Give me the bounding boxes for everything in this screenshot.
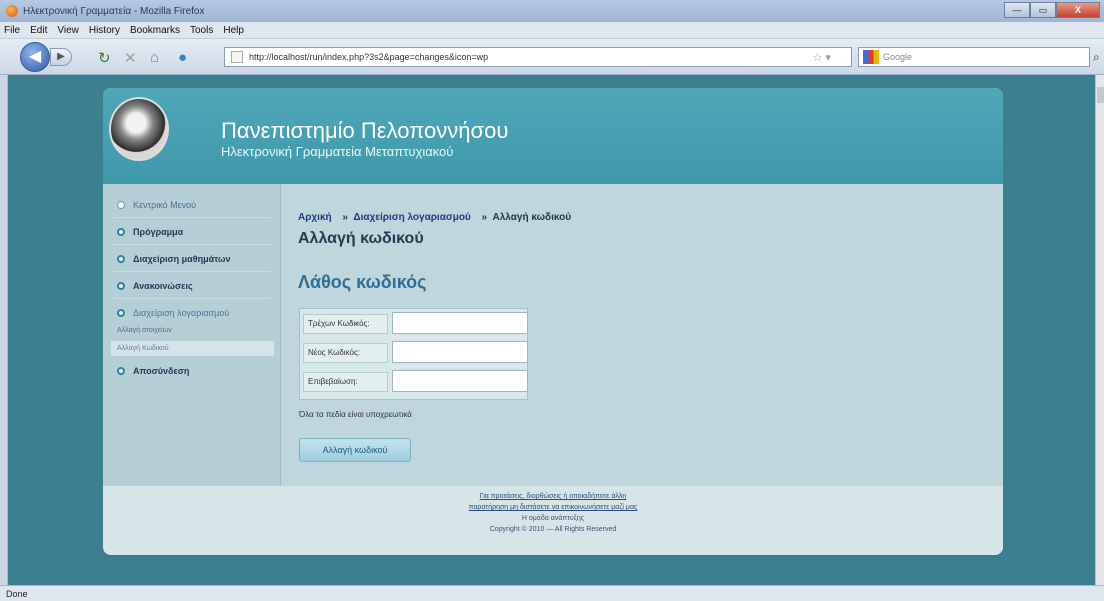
back-button[interactable]: ◀	[20, 42, 50, 72]
menu-tools[interactable]: Tools	[190, 25, 213, 36]
url-text: http://localhost/run/index.php?3s2&page=…	[249, 52, 489, 62]
site-header: Πανεπιστημίο Πελοποννήσου Ηλεκτρονική Γρ…	[103, 88, 1003, 184]
home-icon[interactable]: ⌂	[150, 49, 159, 66]
left-frame	[0, 75, 8, 585]
breadcrumb-account[interactable]: Διαχείριση λογαριασμού	[353, 212, 470, 223]
bullet-icon	[117, 309, 125, 317]
maximize-button[interactable]: ▭	[1030, 2, 1056, 18]
page-container: Πανεπιστημίο Πελοποννήσου Ηλεκτρονική Γρ…	[103, 88, 1003, 555]
window-titlebar: Ηλεκτρονική Γραμματεία - Mozilla Firefox…	[0, 0, 1104, 22]
site-title: Πανεπιστημίο Πελοποννήσου	[221, 118, 509, 143]
menu-view[interactable]: View	[57, 25, 79, 36]
google-icon	[863, 50, 879, 64]
bookmark-star-icon[interactable]: ☆ ▾	[813, 51, 831, 64]
close-button[interactable]: X	[1056, 2, 1100, 18]
sidebar-item-label: Διαχείριση μαθημάτων	[133, 254, 231, 264]
sidebar-item-announcements[interactable]: Ανακοινώσεις	[117, 275, 193, 297]
status-bar: Done	[0, 585, 1104, 601]
confirm-password-field[interactable]	[392, 370, 528, 392]
change-password-button[interactable]: Αλλαγή κωδικού	[299, 438, 411, 462]
sidebar-item-label: Διαχείριση λογαριασμού	[133, 308, 230, 318]
vertical-scrollbar[interactable]	[1095, 75, 1104, 585]
footer-contact-link-2[interactable]: παρατήρηση μη διστάσετε να επικοινωνήσετ…	[469, 504, 638, 511]
university-logo	[109, 97, 169, 161]
bullet-icon	[117, 255, 125, 263]
form-row-new-password: Νέος Κωδικός:	[303, 341, 528, 365]
sidebar-item-logout[interactable]: Αποσύνδεση	[117, 360, 189, 382]
sidebar-item-account[interactable]: Διαχείριση λογαριασμού	[117, 302, 229, 324]
breadcrumb-separator: »	[481, 212, 488, 223]
new-password-field[interactable]	[392, 341, 528, 363]
forward-button[interactable]: ▶	[50, 48, 72, 66]
sidebar-item-label: Πρόγραμμα	[133, 227, 184, 237]
form-row-confirm-password: Επιβεβαίωση:	[303, 370, 528, 394]
navigation-toolbar: ◀ ▶ ↻ ✕ ⌂ ● http://localhost/run/index.p…	[0, 39, 1104, 75]
bullet-icon	[117, 201, 125, 209]
minimize-button[interactable]: —	[1004, 2, 1030, 18]
bullet-icon	[117, 282, 125, 290]
current-password-label: Τρέχων Κωδικός:	[303, 314, 388, 334]
footer-team-link[interactable]: Η ομάδα ανάπτυξης	[103, 515, 1003, 522]
menu-bookmarks[interactable]: Bookmarks	[130, 25, 180, 36]
breadcrumb: Αρχική » Διαχείριση λογαριασμού » Αλλαγή…	[298, 212, 571, 223]
sidebar-item-courses[interactable]: Διαχείριση μαθημάτων	[117, 248, 231, 270]
sidebar-item-label: Ανακοινώσεις	[133, 281, 193, 291]
search-icon[interactable]: ⌕	[1093, 50, 1100, 65]
sidebar-item-main-menu[interactable]: Κεντρικό Μενού	[117, 194, 196, 216]
menu-file[interactable]: File	[4, 25, 20, 36]
scrollbar-thumb[interactable]	[1097, 87, 1104, 103]
divider	[113, 271, 271, 272]
url-bar[interactable]: http://localhost/run/index.php?3s2&page=…	[224, 47, 852, 67]
sidebar: Κεντρικό Μενού Πρόγραμμα Διαχείριση μαθη…	[103, 184, 281, 486]
sidebar-item-program[interactable]: Πρόγραμμα	[117, 221, 183, 243]
firefox-icon	[6, 5, 18, 17]
footer-contact-link[interactable]: Για προτάσεις, διορθώσεις ή οποιαδήποτε …	[480, 493, 627, 500]
menu-bar: File Edit View History Bookmarks Tools H…	[0, 22, 1104, 39]
menu-edit[interactable]: Edit	[30, 25, 47, 36]
error-message: Λάθος κωδικός	[298, 272, 427, 292]
password-form: Τρέχων Κωδικός: Νέος Κωδικός: Επιβεβαίωσ…	[299, 308, 528, 400]
page-viewport: Πανεπιστημίο Πελοποννήσου Ηλεκτρονική Γρ…	[8, 75, 1095, 585]
confirm-password-label: Επιβεβαίωση:	[303, 372, 388, 392]
site-subtitle: Ηλεκτρονική Γραμματεία Μεταπτυχιακού	[221, 144, 454, 159]
page-title: Αλλαγή κωδικού	[298, 230, 424, 247]
menu-history[interactable]: History	[89, 25, 120, 36]
reload-icon[interactable]: ↻	[98, 49, 111, 67]
breadcrumb-current: Αλλαγή κωδικού	[492, 212, 572, 223]
menu-help[interactable]: Help	[223, 25, 244, 36]
window-title: Ηλεκτρονική Γραμματεία - Mozilla Firefox	[23, 5, 205, 17]
current-password-field[interactable]	[392, 312, 528, 334]
search-placeholder: Google	[883, 52, 913, 62]
bullet-icon	[117, 367, 125, 375]
search-box[interactable]: Google	[858, 47, 1090, 67]
status-text: Done	[6, 588, 28, 599]
window-controls: — ▭ X	[1004, 2, 1100, 18]
site-footer: Για προτάσεις, διορθώσεις ή οποιαδήποτε …	[103, 486, 1003, 555]
stop-icon[interactable]: ✕	[124, 49, 137, 67]
divider	[113, 298, 271, 299]
sidebar-item-label: Αποσύνδεση	[133, 366, 190, 376]
sidebar-item-label: Κεντρικό Μενού	[133, 200, 197, 210]
page-icon	[231, 51, 243, 63]
footer-copyright: Copyright © 2010 — All Rights Reserved	[489, 526, 617, 533]
sidebar-subitem-change-details[interactable]: Αλλαγή στοιχείων	[117, 327, 172, 334]
footer-line: Για προτάσεις, διορθώσεις ή οποιαδήποτε …	[103, 493, 1003, 500]
breadcrumb-home[interactable]: Αρχική	[298, 212, 332, 223]
bullet-icon	[117, 228, 125, 236]
required-fields-note: Όλα τα πεδία είναι υποχρεωτικά	[299, 410, 412, 419]
form-row-current-password: Τρέχων Κωδικός:	[303, 312, 528, 336]
connection-icon[interactable]: ●	[178, 49, 187, 66]
footer-line: παρατήρηση μη διστάσετε να επικοινωνήσετ…	[103, 504, 1003, 511]
main-content: Αρχική » Διαχείριση λογαριασμού » Αλλαγή…	[282, 184, 1003, 486]
breadcrumb-separator: »	[342, 212, 348, 223]
divider	[113, 217, 271, 218]
new-password-label: Νέος Κωδικός:	[303, 343, 388, 363]
divider	[113, 244, 271, 245]
sidebar-subitem-change-password[interactable]: Αλλαγή Κωδικού	[111, 341, 274, 356]
